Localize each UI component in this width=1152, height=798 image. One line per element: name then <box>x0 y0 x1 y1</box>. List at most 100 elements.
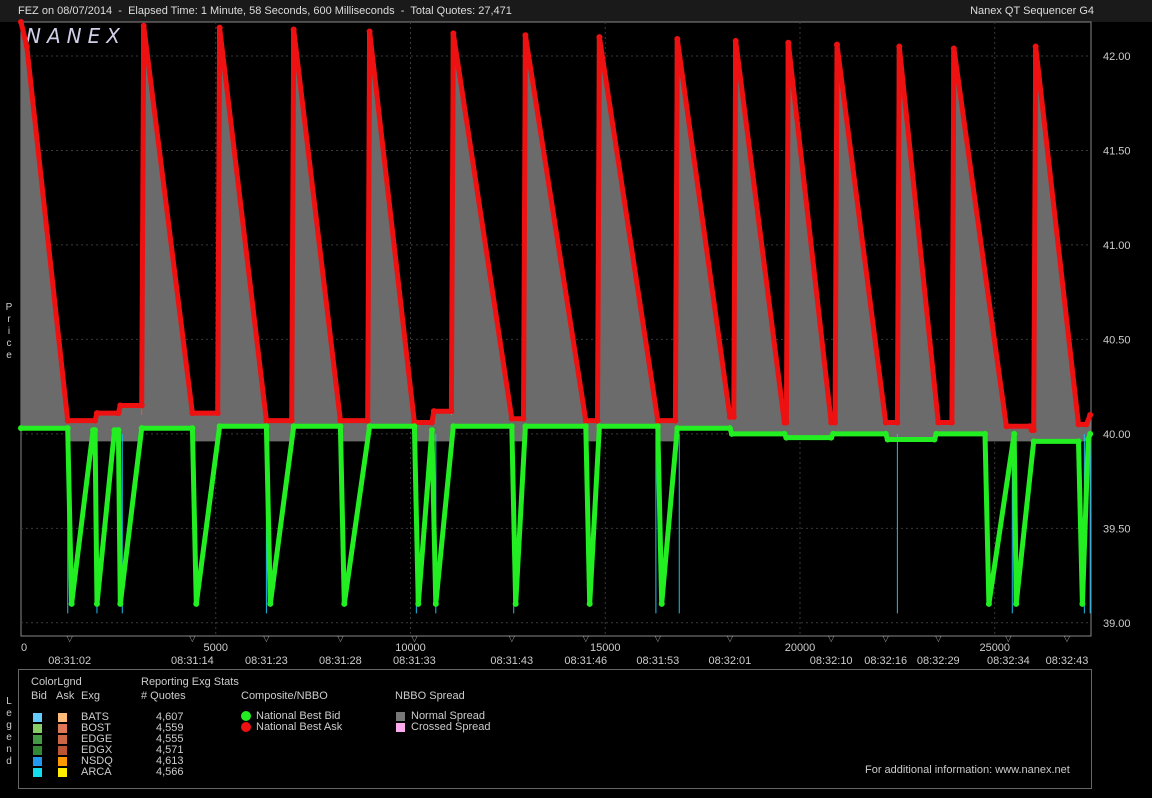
best-bid-point <box>68 600 75 607</box>
price-axis-label: Price <box>5 302 13 361</box>
best-bid-point <box>931 436 938 443</box>
best-bid-point <box>512 600 519 607</box>
best-ask-point <box>834 41 841 48</box>
best-bid-point <box>586 600 593 607</box>
best-bid-point <box>933 430 940 437</box>
best-ask-point <box>672 417 679 424</box>
best-bid-point <box>117 600 124 607</box>
best-bid-point <box>1011 430 1018 437</box>
exchange-name: ARCA <box>81 766 112 778</box>
quote-count: 4,566 <box>156 766 184 778</box>
best-ask-point <box>935 419 942 426</box>
best-ask-point <box>138 402 145 409</box>
best-ask-point <box>522 32 529 39</box>
time-marker-icon: ▽ <box>655 634 662 643</box>
time-marker-icon: ▽ <box>1005 634 1012 643</box>
best-bid-point <box>138 425 145 432</box>
best-ask-dot <box>241 722 251 732</box>
best-bid-point <box>1087 430 1094 437</box>
best-bid-point <box>985 600 992 607</box>
x-tick-label: 0 <box>21 642 27 654</box>
best-bid-point <box>450 423 457 430</box>
time-label: 08:31:14 <box>171 655 214 667</box>
crossed-spread-swatch <box>396 723 405 732</box>
time-marker-icon: ▽ <box>935 634 942 643</box>
best-ask-point <box>115 410 122 417</box>
info-link[interactable]: For additional information: www.nanex.ne… <box>865 764 1070 776</box>
nanex-watermark: NANEX <box>26 24 126 48</box>
y-tick-label: 39.50 <box>1103 523 1131 535</box>
time-label: 08:32:16 <box>864 655 907 667</box>
best-ask-point <box>950 45 957 52</box>
best-bid-point <box>189 425 196 432</box>
crossed-spread-label: Crossed Spread <box>411 721 491 733</box>
time-marker-icon: ▽ <box>67 634 74 643</box>
best-ask-point <box>520 415 527 422</box>
time-marker-icon: ▽ <box>828 634 835 643</box>
y-tick-label: 40.00 <box>1103 429 1131 441</box>
best-ask-point <box>1087 411 1094 418</box>
time-label: 08:32:34 <box>987 655 1030 667</box>
best-ask-point <box>290 26 297 33</box>
bid-color-swatch <box>33 768 42 777</box>
best-ask-point <box>882 419 889 426</box>
time-label: 08:31:46 <box>564 655 607 667</box>
best-ask-point <box>732 37 739 44</box>
ask-color-swatch <box>58 735 67 744</box>
best-ask-point <box>783 419 790 426</box>
best-bid-point <box>884 436 891 443</box>
x-tick-label: 5000 <box>204 642 228 654</box>
best-bid-point <box>92 427 99 434</box>
time-marker-icon: ▽ <box>727 634 734 643</box>
x-tick-label: 15000 <box>590 642 621 654</box>
spread-title: NBBO Spread <box>395 690 465 702</box>
time-label: 08:32:43 <box>1046 655 1089 667</box>
best-ask-point <box>1030 427 1037 434</box>
best-ask-point <box>594 417 601 424</box>
time-marker-icon: ▽ <box>411 634 418 643</box>
best-bid-point <box>783 434 790 441</box>
best-bid-point <box>522 423 529 430</box>
best-ask-point <box>263 417 270 424</box>
best-bid-point <box>508 423 515 430</box>
best-bid-point <box>726 425 733 432</box>
best-ask-point <box>1003 423 1010 430</box>
best-bid-point <box>337 423 344 430</box>
x-tick-label: 25000 <box>979 642 1010 654</box>
bid-header: Bid <box>31 690 47 702</box>
bid-color-swatch <box>33 757 42 766</box>
y-tick-label: 39.00 <box>1103 618 1131 630</box>
colorlgnd-title: ColorLgnd <box>31 676 82 688</box>
best-ask-point <box>894 419 901 426</box>
best-ask-point <box>214 410 221 417</box>
best-bid-point <box>1079 600 1086 607</box>
best-ask-point <box>23 43 30 50</box>
time-marker-icon: ▽ <box>509 634 516 643</box>
quotes-header: # Quotes <box>141 690 186 702</box>
ask-color-swatch <box>58 757 67 766</box>
best-ask-point <box>730 413 737 420</box>
best-ask-point <box>18 19 24 25</box>
y-tick-label: 42.00 <box>1103 51 1131 63</box>
best-ask-point <box>654 417 661 424</box>
best-bid-point <box>1075 438 1082 445</box>
best-ask-point <box>64 417 71 424</box>
x-tick-label: 20000 <box>785 642 816 654</box>
best-ask-point <box>896 43 903 50</box>
bid-color-swatch <box>33 735 42 744</box>
x-tick-label: 10000 <box>395 642 426 654</box>
time-label: 08:31:23 <box>245 655 288 667</box>
time-label: 08:32:01 <box>708 655 751 667</box>
best-bid-point <box>982 430 989 437</box>
best-bid-point <box>64 425 71 432</box>
normal-spread-swatch <box>396 712 405 721</box>
best-ask-point <box>428 419 435 426</box>
best-bid-point <box>193 600 200 607</box>
bid-color-swatch <box>33 724 42 733</box>
time-marker-icon: ▽ <box>189 634 196 643</box>
best-bid-dot <box>241 711 251 721</box>
ask-color-swatch <box>58 724 67 733</box>
best-bid-point <box>830 430 837 437</box>
best-bid-point <box>1085 436 1092 443</box>
ask-color-swatch <box>58 746 67 755</box>
